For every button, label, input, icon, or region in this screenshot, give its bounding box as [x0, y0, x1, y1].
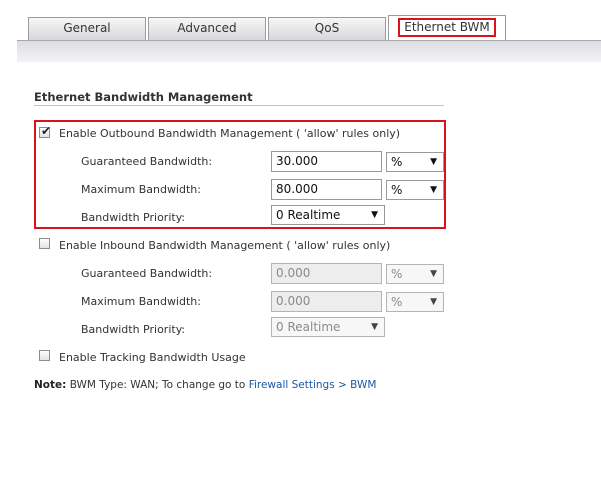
outbound-maximum-unit-value: %: [391, 183, 403, 197]
inbound-guaranteed-label: Guaranteed Bandwidth:: [81, 267, 213, 280]
chevron-down-icon: ▼: [430, 185, 437, 195]
inbound-guaranteed-unit-select[interactable]: % ▼: [386, 264, 444, 284]
outbound-enable-checkbox[interactable]: ✔: [39, 124, 52, 138]
tab-strip-band: [17, 41, 601, 62]
inbound-maximum-input[interactable]: 0.000: [271, 291, 382, 312]
tab-general[interactable]: General: [28, 17, 146, 40]
chevron-down-icon: ▼: [371, 210, 378, 220]
outbound-priority-label: Bandwidth Priority:: [81, 211, 186, 224]
tab-ethernet-bwm-label: Ethernet BWM: [398, 18, 496, 37]
tab-ethernet-bwm[interactable]: Ethernet BWM: [388, 15, 506, 40]
tab-qos[interactable]: QoS: [268, 17, 386, 40]
inbound-priority-select[interactable]: 0 Realtime ▼: [271, 317, 385, 337]
tab-general-label: General: [63, 21, 111, 35]
tab-qos-label: QoS: [314, 21, 340, 35]
outbound-guaranteed-unit-select[interactable]: % ▼: [386, 152, 444, 172]
tracking-enable-label: Enable Tracking Bandwidth Usage: [59, 351, 246, 364]
tab-baseline: [17, 40, 601, 41]
section-title: Ethernet Bandwidth Management: [34, 90, 253, 104]
section-divider: [34, 105, 444, 106]
chevron-down-icon: ▼: [430, 157, 437, 167]
outbound-priority-select[interactable]: 0 Realtime ▼: [271, 205, 385, 225]
check-icon: ✔: [41, 124, 52, 138]
inbound-priority-value: 0 Realtime: [276, 320, 341, 334]
inbound-maximum-label: Maximum Bandwidth:: [81, 295, 201, 308]
outbound-maximum-input[interactable]: 80.000: [271, 179, 382, 200]
chevron-down-icon: ▼: [430, 269, 437, 279]
outbound-guaranteed-unit-value: %: [391, 155, 403, 169]
note-prefix: Note:: [34, 379, 67, 391]
inbound-guaranteed-unit-value: %: [391, 267, 403, 281]
inbound-priority-label: Bandwidth Priority:: [81, 323, 186, 336]
bwm-note: Note: BWM Type: WAN; To change go to Fir…: [34, 379, 376, 391]
outbound-guaranteed-input[interactable]: 30.000: [271, 151, 382, 172]
tab-advanced-label: Advanced: [177, 21, 237, 35]
inbound-enable-checkbox[interactable]: [39, 238, 50, 249]
tracking-enable-checkbox[interactable]: [39, 350, 50, 361]
outbound-enable-label: Enable Outbound Bandwidth Management ( '…: [59, 127, 401, 140]
outbound-priority-value: 0 Realtime: [276, 208, 341, 222]
chevron-down-icon: ▼: [430, 297, 437, 307]
tab-advanced[interactable]: Advanced: [148, 17, 266, 40]
inbound-maximum-unit-select[interactable]: % ▼: [386, 292, 444, 312]
outbound-maximum-label: Maximum Bandwidth:: [81, 183, 201, 196]
chevron-down-icon: ▼: [371, 322, 378, 332]
firewall-settings-bwm-link[interactable]: Firewall Settings > BWM: [249, 379, 377, 391]
inbound-enable-label: Enable Inbound Bandwidth Management ( 'a…: [59, 239, 391, 252]
outbound-maximum-unit-select[interactable]: % ▼: [386, 180, 444, 200]
inbound-guaranteed-input[interactable]: 0.000: [271, 263, 382, 284]
note-text: BWM Type: WAN; To change go to: [69, 379, 249, 391]
outbound-guaranteed-label: Guaranteed Bandwidth:: [81, 155, 213, 168]
inbound-maximum-unit-value: %: [391, 295, 403, 309]
tab-strip: General Advanced QoS Ethernet BWM: [0, 0, 601, 62]
